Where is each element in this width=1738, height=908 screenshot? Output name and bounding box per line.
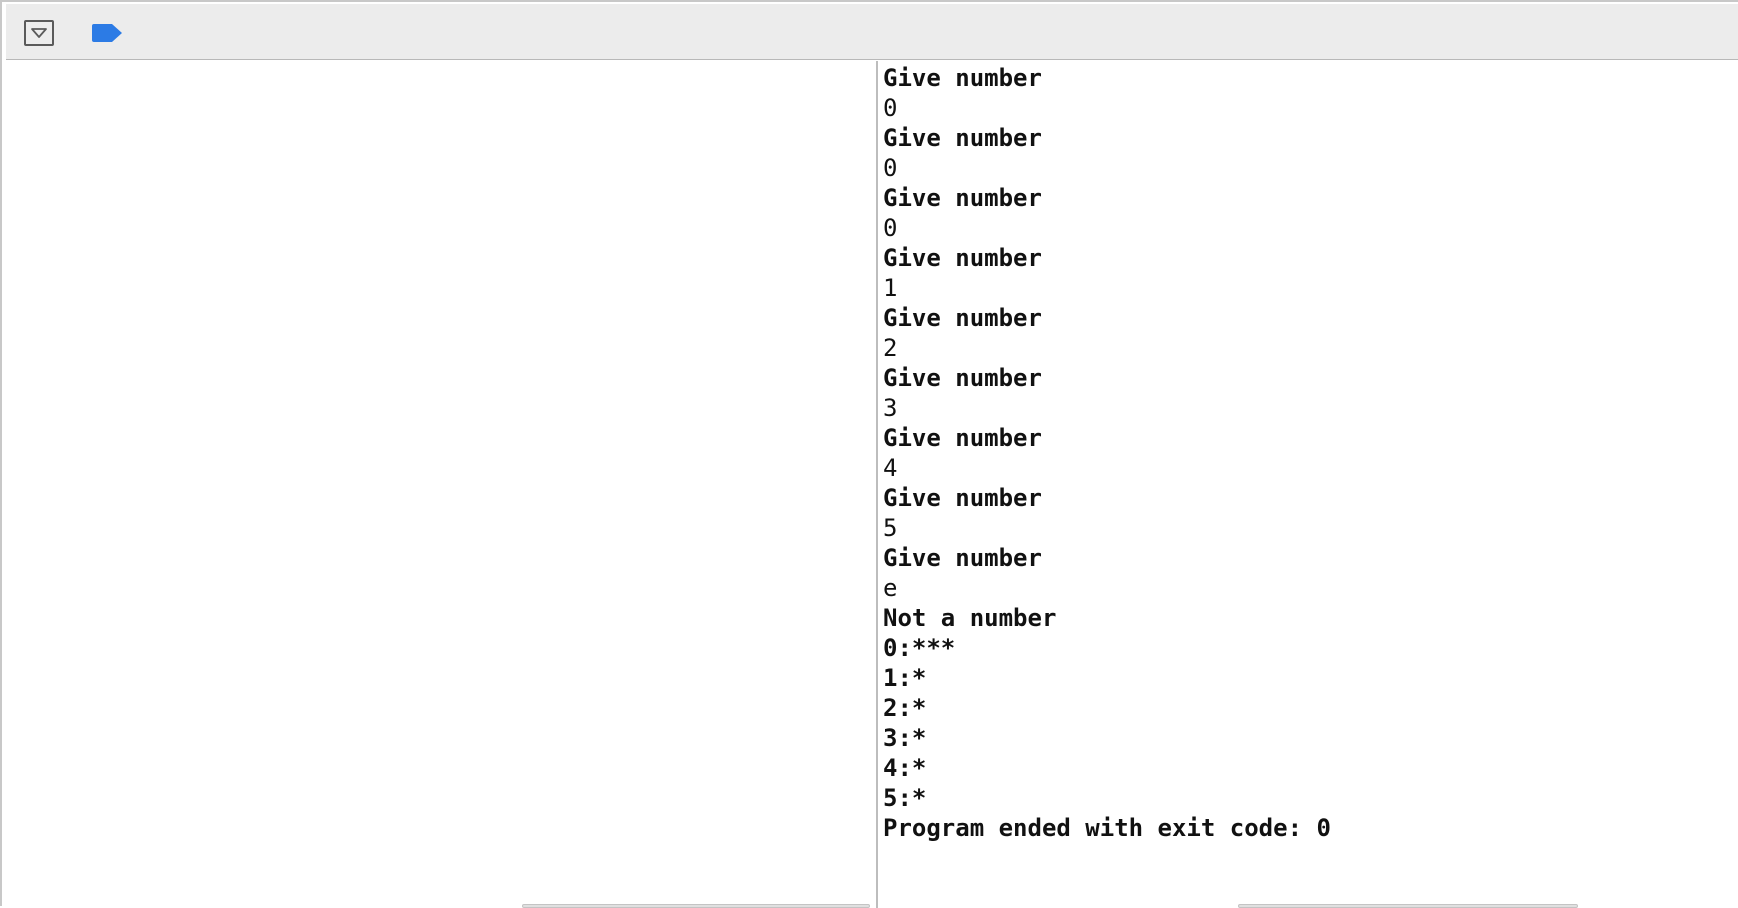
console-line: Give number (883, 424, 1042, 452)
variables-horizontal-scrollbar[interactable] (522, 904, 870, 908)
chevron-down-icon (31, 28, 47, 38)
console-output: Give number 0 Give number 0 Give number 0 Give… (883, 63, 1331, 843)
console-line: Give number (883, 304, 1042, 332)
variables-view[interactable] (8, 61, 876, 908)
console-line: Give number (883, 184, 1042, 212)
console-view[interactable]: Give number 0 Give number 0 Give number 0 Give… (878, 61, 1738, 908)
console-line: 3:* (883, 724, 927, 752)
console-line: Not a number (883, 604, 1057, 632)
console-line: 5 (883, 514, 898, 542)
console-line: Give number (883, 484, 1042, 512)
breakpoint-icon (92, 24, 122, 42)
console-line: 0 (883, 154, 898, 182)
console-line: 0:*** (883, 634, 956, 662)
debug-area-window: Give number 0 Give number 0 Give number 0 Give… (0, 0, 1738, 908)
console-line: 4:* (883, 754, 927, 782)
console-horizontal-scrollbar[interactable] (1238, 904, 1578, 908)
console-line: 3 (883, 394, 898, 422)
console-line: e (883, 574, 898, 602)
console-line: 0 (883, 214, 898, 242)
hide-debug-area-button[interactable] (24, 20, 54, 46)
console-line: 1:* (883, 664, 927, 692)
console-line: 0 (883, 94, 898, 122)
console-line: 2 (883, 334, 898, 362)
console-line: Give number (883, 244, 1042, 272)
console-line: Program ended with exit code: 0 (883, 814, 1331, 842)
console-line: 1 (883, 274, 898, 302)
console-line: Give number (883, 124, 1042, 152)
console-line: Give number (883, 364, 1042, 392)
console-line: Give number (883, 64, 1042, 92)
breakpoints-toggle-button[interactable] (90, 23, 124, 43)
console-line: 4 (883, 454, 898, 482)
console-line: Give number (883, 544, 1042, 572)
console-line: 5:* (883, 784, 927, 812)
console-line: 2:* (883, 694, 927, 722)
debug-toolbar (6, 4, 1738, 60)
